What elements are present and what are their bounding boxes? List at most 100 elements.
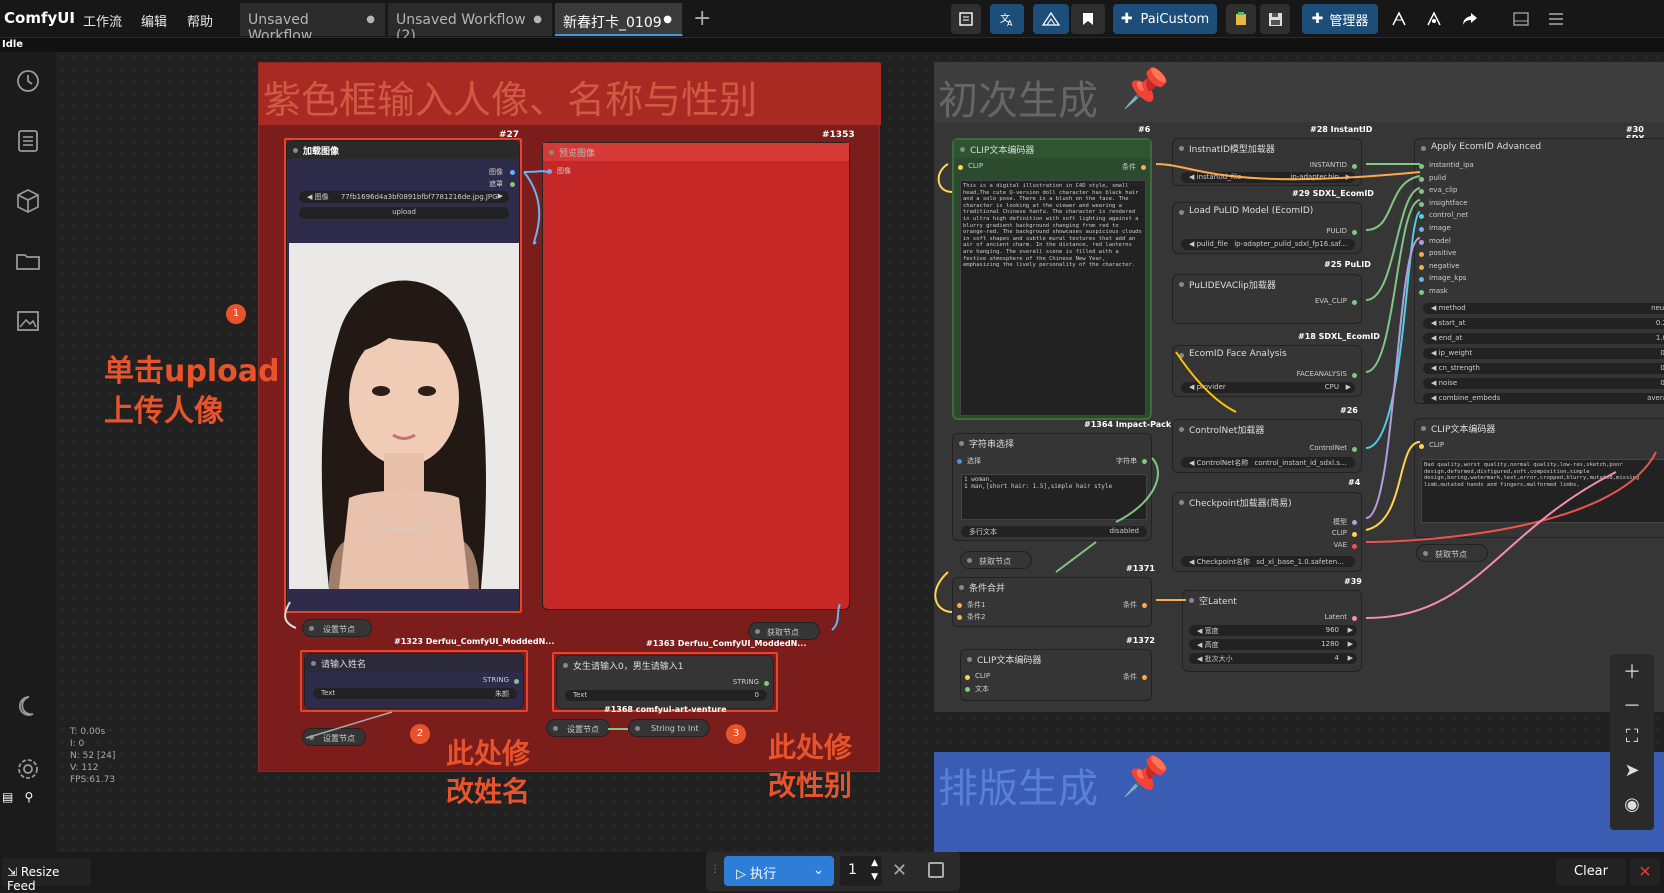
arrow-left-icon[interactable]: ◀: [1431, 319, 1439, 327]
menu-edit[interactable]: 编辑: [141, 11, 167, 30]
unsaved-dot-icon[interactable]: ●: [533, 14, 542, 25]
output-dot[interactable]: [1142, 603, 1147, 608]
batch-size-input[interactable]: ◀ 批次大小 4 ▶: [1189, 653, 1357, 664]
paicustom-button[interactable]: ✚ PaiCustom: [1113, 4, 1217, 34]
node-set-3[interactable]: 设置节点: [546, 719, 610, 737]
collapse-dot[interactable]: [309, 735, 314, 740]
input-pulid[interactable]: pulid: [1429, 174, 1446, 182]
clipboard-icon[interactable]: [1226, 4, 1256, 34]
output-dot[interactable]: [1352, 300, 1357, 305]
chevron-down-icon[interactable]: ⌄: [813, 863, 824, 878]
hamburger-menu-icon[interactable]: [1541, 4, 1571, 34]
node-get-1[interactable]: 获取节点: [748, 622, 820, 640]
controlnet-select[interactable]: ◀ ControlNet名称 control_instant_id_sdxl.s…: [1181, 457, 1355, 468]
output-model[interactable]: 模型: [1333, 517, 1347, 527]
stepper-down-icon[interactable]: ▼: [871, 872, 878, 882]
collapse-dot[interactable]: [755, 629, 760, 634]
collapse-dot[interactable]: [635, 726, 640, 731]
bookmark-icon[interactable]: [1071, 4, 1105, 34]
input-dot[interactable]: [1419, 214, 1424, 220]
tab-unsaved-workflow-2[interactable]: Unsaved Workflow (2) ●: [388, 3, 553, 44]
output-vae[interactable]: VAE: [1333, 541, 1347, 549]
unsaved-dot-icon[interactable]: ●: [663, 14, 672, 25]
node-checkpoint-loader[interactable]: Checkpoint加载器(简易) 模型 CLIP VAE ◀ Checkpoi…: [1172, 492, 1362, 572]
widget-ip-weight[interactable]: ◀ ip_weight 0.: [1423, 348, 1664, 359]
pulid-file-select[interactable]: ◀ pulid_file ip-adapter_pulid_sdxl_fp16.…: [1181, 239, 1355, 250]
settings-gear-icon[interactable]: [14, 756, 42, 784]
share-icon[interactable]: [1455, 4, 1485, 34]
stop-icon[interactable]: [928, 862, 944, 878]
arrow-right-icon[interactable]: ▶: [1348, 640, 1353, 648]
input-control-net[interactable]: control_net: [1429, 211, 1468, 219]
queue-list-icon[interactable]: [951, 4, 981, 34]
arrow-right-icon[interactable]: ▶: [1346, 383, 1351, 391]
arrow-left-icon[interactable]: ◀: [1431, 379, 1439, 387]
input-dot[interactable]: [1419, 176, 1424, 182]
arrow-left-icon[interactable]: ◀: [1431, 349, 1439, 357]
input-dot[interactable]: [547, 169, 552, 174]
arrow-right-icon[interactable]: ▶: [1348, 654, 1353, 662]
options-textarea[interactable]: 1 woman, 1 man,[short hair: 1.5],simple …: [961, 474, 1147, 520]
input-insightface[interactable]: insightface: [1429, 199, 1468, 207]
output-latent[interactable]: Latent: [1325, 613, 1347, 621]
output-string[interactable]: 字符串: [1116, 456, 1137, 466]
output-dot[interactable]: [1142, 459, 1147, 464]
output-dot[interactable]: [764, 681, 769, 686]
node-gender-input[interactable]: 女生请输入0，男生请输入1 STRING Text 0: [556, 655, 774, 709]
output-dot[interactable]: [1352, 164, 1357, 169]
unsaved-dot-icon[interactable]: ●: [366, 14, 375, 25]
input-dot[interactable]: [1419, 277, 1424, 283]
node-conditioning-combine[interactable]: 条件合并 条件1 条件2 条件: [952, 577, 1152, 627]
input-dot[interactable]: [957, 615, 962, 620]
app-logo[interactable]: ComfyUI: [4, 9, 75, 27]
negative-prompt-textarea[interactable]: Bad quality,worst quality,normal quality…: [1421, 459, 1664, 523]
input-negative[interactable]: negative: [1429, 262, 1460, 270]
pin-icon[interactable]: 📌: [1122, 754, 1169, 799]
input-positive[interactable]: positive: [1429, 249, 1456, 257]
collapse-dot[interactable]: [309, 626, 314, 631]
input-clip[interactable]: CLIP: [975, 672, 990, 680]
input-dot[interactable]: [1419, 264, 1424, 270]
menu-workflow[interactable]: 工作流: [83, 11, 122, 30]
input-model[interactable]: model: [1429, 237, 1451, 245]
widget-start-at[interactable]: ◀ start_at 0.2: [1423, 318, 1664, 329]
output-string[interactable]: STRING: [733, 678, 759, 686]
arrow-left-icon[interactable]: ◀: [1189, 173, 1197, 181]
output-string[interactable]: STRING: [483, 676, 509, 684]
input-dot[interactable]: [1419, 201, 1424, 207]
output-dot[interactable]: [1352, 616, 1357, 621]
arrow-right-icon[interactable]: ▶: [1348, 626, 1353, 634]
widget-noise[interactable]: ◀ noise 0.: [1423, 378, 1664, 389]
output-dot[interactable]: [1352, 520, 1357, 525]
zoom-out-icon[interactable]: －: [1614, 692, 1650, 720]
input-dot[interactable]: [1419, 290, 1424, 295]
model-alt-icon[interactable]: [1419, 4, 1449, 34]
arrow-left-icon[interactable]: ◀: [1189, 459, 1197, 467]
input-clip[interactable]: CLIP: [1429, 441, 1444, 449]
node-get-2[interactable]: 获取节点: [960, 551, 1032, 569]
output-dot[interactable]: [514, 679, 519, 684]
multiline-toggle[interactable]: 多行文本 disabled: [961, 526, 1147, 537]
input-dot[interactable]: [1419, 227, 1424, 232]
model-icon[interactable]: [1384, 4, 1414, 34]
provider-select[interactable]: ◀ provider CPU ▶: [1181, 382, 1355, 393]
input-clip[interactable]: CLIP: [968, 162, 983, 170]
drag-handle-icon[interactable]: ⋮: [710, 864, 720, 875]
zoom-in-icon[interactable]: ＋: [1614, 658, 1650, 686]
prompt-textarea[interactable]: This is a digital illustration in C4D st…: [960, 180, 1146, 416]
node-string-select[interactable]: 字符串选择 选择 字符串 1 woman, 1 man,[short hair:…: [952, 433, 1152, 541]
input-dot[interactable]: [1419, 444, 1424, 449]
output-faceanalysis[interactable]: FACEANALYSIS: [1297, 370, 1347, 378]
output-conditioning[interactable]: 条件: [1123, 672, 1137, 682]
arrow-left-icon[interactable]: ◀: [1197, 655, 1205, 663]
node-controlnet-loader[interactable]: ControlNet加载器 ControlNet ◀ ControlNet名称 …: [1172, 419, 1362, 473]
save-icon[interactable]: [1260, 4, 1290, 34]
input-select[interactable]: 选择: [967, 456, 981, 466]
tab-new-year-checkin[interactable]: 新春打卡_0109 ●: [555, 3, 683, 36]
output-clip[interactable]: CLIP: [1332, 529, 1347, 537]
group-layout-gen[interactable]: 排版生成 📌: [934, 752, 1664, 852]
node-clip-text-encode-1[interactable]: CLIP文本编码器 CLIP 条件 This is a digital illu…: [952, 138, 1152, 420]
clear-button[interactable]: Clear: [1556, 858, 1626, 886]
close-panel-icon[interactable]: ✕: [1630, 858, 1660, 886]
menu-help[interactable]: 帮助: [187, 11, 213, 30]
